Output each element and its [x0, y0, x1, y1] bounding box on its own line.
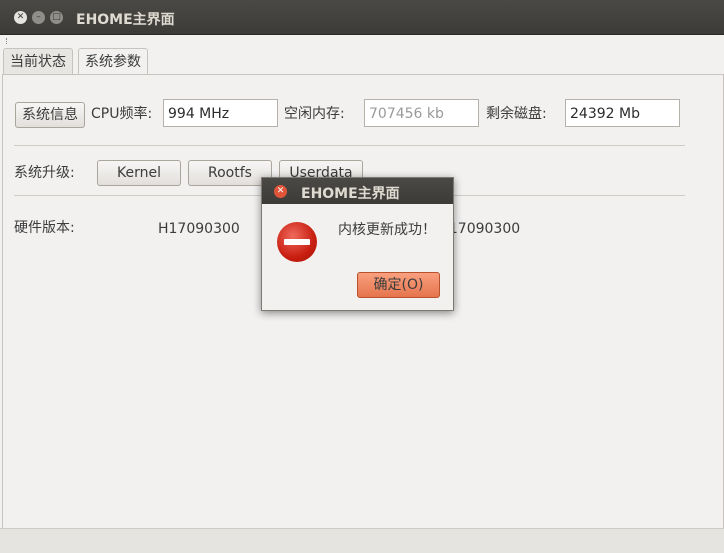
title-bar: ✕ – □ EHOME主界面: [0, 0, 724, 35]
status-bar: [0, 528, 724, 553]
dialog-title-bar: ✕ EHOME主界面: [262, 178, 453, 204]
dialog-title: EHOME主界面: [301, 186, 400, 202]
dialog-message: 内核更新成功！: [338, 222, 436, 238]
tab-grip-icon: [6, 38, 11, 44]
ok-button[interactable]: 确定(O): [357, 272, 440, 298]
cpu-label: CPU频率:: [91, 106, 153, 122]
close-window-button[interactable]: ✕: [14, 11, 27, 24]
error-icon: [277, 222, 317, 262]
kernel-button[interactable]: Kernel: [97, 160, 181, 186]
message-dialog: ✕ EHOME主界面 内核更新成功！ 确定(O): [261, 177, 454, 311]
memory-label: 空闲内存:: [284, 106, 345, 122]
disk-field[interactable]: 24392 Mb: [565, 99, 680, 127]
upgrade-label: 系统升级:: [14, 165, 75, 181]
maximize-window-button[interactable]: □: [50, 11, 63, 24]
rootfs-button[interactable]: Rootfs: [188, 160, 272, 186]
hardware-version-value: H17090300: [158, 221, 240, 237]
disk-label: 剩余磁盘:: [486, 106, 547, 122]
tab-current-status[interactable]: 当前状态: [3, 48, 73, 75]
tab-system-params[interactable]: 系统参数: [78, 48, 148, 76]
cpu-field[interactable]: 994 MHz: [163, 99, 278, 127]
minimize-window-button[interactable]: –: [32, 11, 45, 24]
separator: [14, 145, 685, 146]
memory-field[interactable]: 707456 kb: [364, 99, 479, 127]
hardware-version-label: 硬件版本:: [14, 220, 75, 236]
system-info-button[interactable]: 系统信息: [15, 102, 85, 128]
window-title: EHOME主界面: [76, 12, 175, 28]
dialog-close-button[interactable]: ✕: [274, 185, 287, 198]
